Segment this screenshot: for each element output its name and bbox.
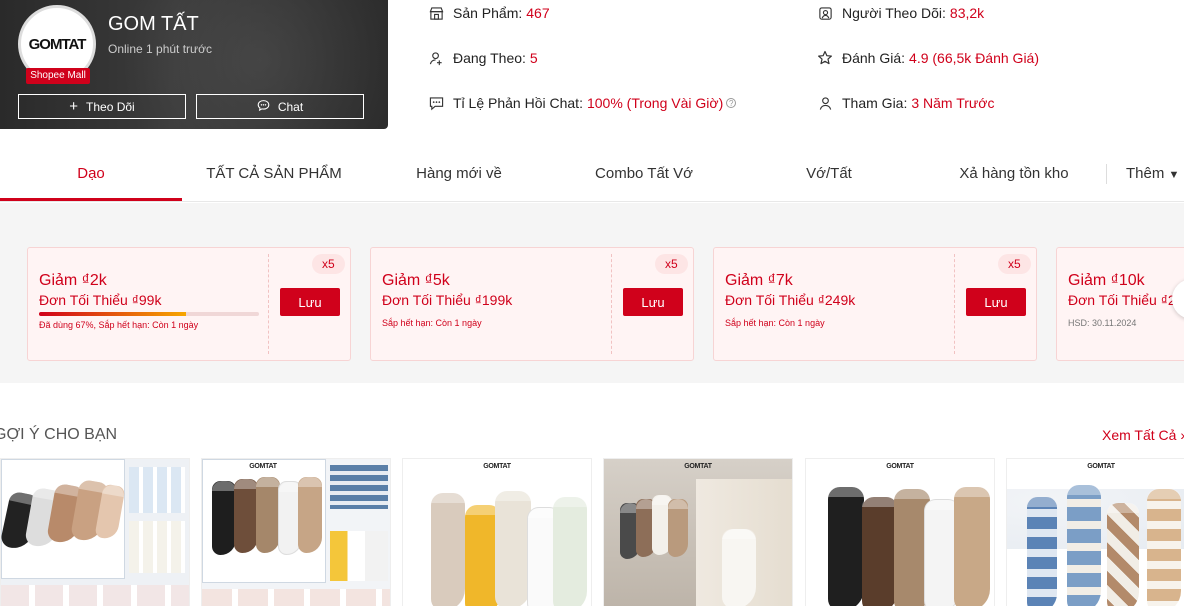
tab-more[interactable]: Thêm ▼ <box>1114 148 1184 200</box>
product-image: GOMTAT <box>806 459 994 606</box>
voucher-note: Đã dùng 67%, Sắp hết hạn: Còn 1 ngày <box>39 320 199 330</box>
star-icon <box>817 50 833 66</box>
product-image <box>1 459 189 606</box>
caret-down-icon: ▼ <box>1168 169 1180 181</box>
followers-icon <box>817 5 833 21</box>
product-image: GOMTAT <box>202 459 390 606</box>
voucher-min-order: Đơn Tối Thiểu ₫249k <box>725 292 856 308</box>
voucher-quantity: x5 <box>312 254 345 274</box>
shop-name: GOM TẤT <box>108 13 199 35</box>
product-card[interactable] <box>0 458 190 606</box>
recommend-title: GỢI Ý CHO BẠN <box>0 426 118 443</box>
stat-chat-rate: Tỉ Lệ Phản Hồi Chat: 100% (Trong Vài Giờ… <box>428 95 737 111</box>
user-add-icon <box>428 50 444 66</box>
product-card[interactable]: GOMTAT <box>1006 458 1184 606</box>
voucher-discount: Giảm ₫5k <box>382 272 450 289</box>
stat-followers-value: 83,2k <box>949 5 985 21</box>
product-card[interactable]: GOMTAT <box>201 458 391 606</box>
voucher-save-button[interactable]: Lưu <box>280 288 340 316</box>
voucher-discount: Giảm ₫2k <box>39 272 107 289</box>
voucher-expiry: HSD: 30.11.2024 <box>1068 318 1137 328</box>
shopee-mall-badge: Shopee Mall <box>26 68 90 84</box>
product-image: GOMTAT <box>604 459 792 606</box>
voucher-save-button[interactable]: Lưu <box>623 288 683 316</box>
stat-following: Đang Theo: 5 <box>428 50 538 66</box>
stat-joined-value: 3 Năm Trước <box>911 95 995 111</box>
tab-clearance[interactable]: Xả hàng tồn kho <box>922 148 1106 200</box>
plus-icon: + <box>69 98 79 115</box>
stat-chat-rate-value: 100% (Trong Vài Giờ) <box>586 95 724 111</box>
voucher-discount: Giảm ₫7k <box>725 272 793 289</box>
tab-socks[interactable]: Vớ/Tất <box>736 148 922 200</box>
stat-products: Sản Phẩm: 467 <box>428 5 550 21</box>
chat-icon <box>428 95 444 111</box>
voucher-usage-bar <box>39 312 259 316</box>
help-icon[interactable]: ? <box>726 98 737 108</box>
see-all-link[interactable]: Xem Tất Cả › <box>1102 427 1184 443</box>
voucher-card: Giảm ₫5k Đơn Tối Thiểu ₫199k Sắp hết hạn… <box>370 247 694 361</box>
voucher-min-order: Đơn Tối Thiểu ₫99k <box>39 292 162 308</box>
voucher-section: Giảm ₫2k Đơn Tối Thiểu ₫99k Đã dùng 67%,… <box>0 203 1184 383</box>
chevron-right-icon: › <box>1180 427 1184 443</box>
voucher-save-button[interactable]: Lưu <box>966 288 1026 316</box>
voucher-card: Giảm ₫10k Đơn Tối Thiểu ₫2 HSD: 30.11.20… <box>1056 247 1184 361</box>
store-icon <box>428 5 444 21</box>
shop-tabs: Dạo TẤT CẢ SẢN PHẨM Hàng mới về Combo Tấ… <box>0 148 1184 202</box>
voucher-min-order: Đơn Tối Thiểu ₫199k <box>382 292 513 308</box>
follow-button[interactable]: + Theo Dõi <box>18 94 186 119</box>
voucher-card: Giảm ₫2k Đơn Tối Thiểu ₫99k Đã dùng 67%,… <box>27 247 351 361</box>
shop-logo: GOMTAT <box>28 35 87 53</box>
voucher-min-order: Đơn Tối Thiểu ₫2 <box>1068 292 1176 308</box>
voucher-quantity: x5 <box>998 254 1031 274</box>
product-card[interactable]: GOMTAT <box>402 458 592 606</box>
stat-following-value[interactable]: 5 <box>530 50 538 66</box>
voucher-quantity: x5 <box>655 254 688 274</box>
voucher-note: Sắp hết hạn: Còn 1 ngày <box>725 318 825 328</box>
voucher-card: Giảm ₫7k Đơn Tối Thiểu ₫249k Sắp hết hạn… <box>713 247 1037 361</box>
chat-bubble-icon <box>257 99 270 115</box>
tab-all-products[interactable]: TẤT CẢ SẢN PHẨM <box>182 148 366 200</box>
stat-followers: Người Theo Dõi: 83,2k <box>817 5 984 21</box>
tab-new-arrivals[interactable]: Hàng mới về <box>366 148 552 200</box>
product-card[interactable]: GOMTAT <box>805 458 995 606</box>
stat-rating-value[interactable]: 4.9 (66,5k Đánh Giá) <box>909 50 1039 66</box>
voucher-discount: Giảm ₫10k <box>1068 272 1145 289</box>
stat-rating: Đánh Giá: 4.9 (66,5k Đánh Giá) <box>817 50 1039 66</box>
voucher-note: Sắp hết hạn: Còn 1 ngày <box>382 318 482 328</box>
tab-separator <box>1106 164 1107 184</box>
stat-joined: Tham Gia: 3 Năm Trước <box>817 95 994 111</box>
chat-button-label: Chat <box>277 99 304 114</box>
product-image: GOMTAT <box>1007 459 1184 606</box>
shop-online-status: Online 1 phút trước <box>108 42 212 56</box>
tab-combo[interactable]: Combo Tất Vớ <box>552 148 736 200</box>
product-card[interactable]: GOMTAT <box>603 458 793 606</box>
tab-explore[interactable]: Dạo <box>0 148 182 201</box>
user-icon <box>817 95 833 111</box>
chat-button[interactable]: Chat <box>196 94 364 119</box>
stat-products-value: 467 <box>526 5 550 21</box>
follow-button-label: Theo Dõi <box>86 99 135 114</box>
shop-card: GOMTAT Shopee Mall GOM TẤT Online 1 phút… <box>0 0 388 129</box>
product-image: GOMTAT <box>403 459 591 606</box>
